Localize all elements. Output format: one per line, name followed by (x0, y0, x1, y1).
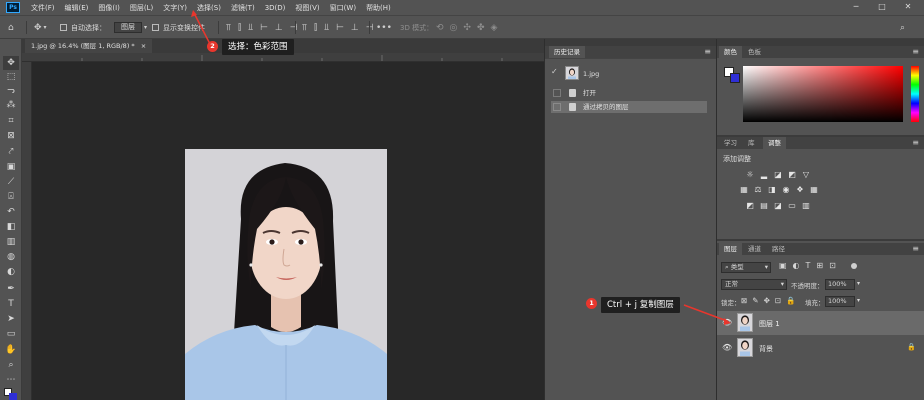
arrowhead (724, 318, 731, 325)
annotation-arrows (191, 10, 731, 325)
callout-select-color-range: 选择：色彩范围 (222, 39, 294, 55)
step-badge-2: 2 (207, 41, 218, 52)
arrow-to-layer1 (683, 304, 728, 322)
callout-copy-layer: Ctrl + j 复制图层 (601, 297, 680, 313)
arrow-to-select-menu (193, 12, 211, 45)
step-badge-1: 1 (586, 298, 597, 309)
